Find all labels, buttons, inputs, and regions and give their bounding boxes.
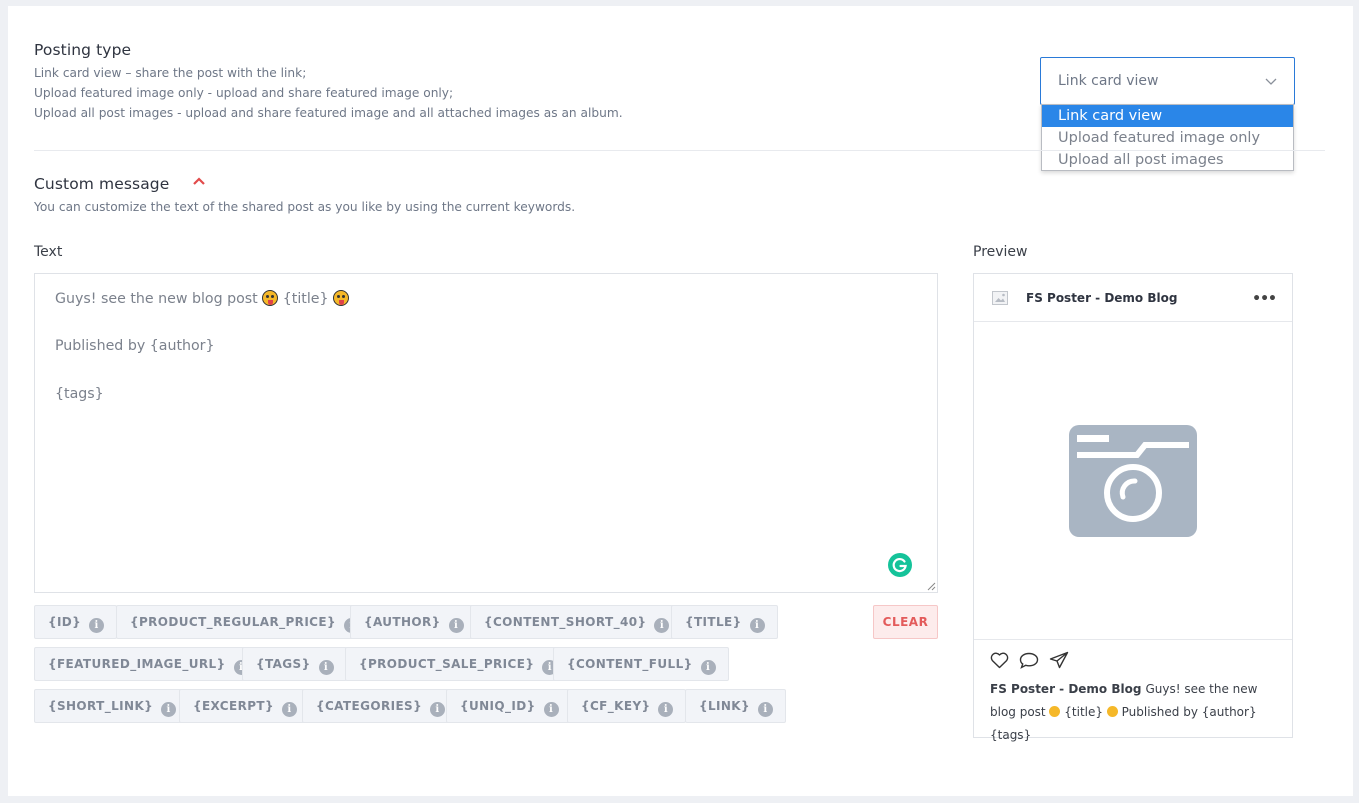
chevron-down-icon xyxy=(1265,78,1277,85)
preview-image xyxy=(974,322,1292,640)
keyword-chip[interactable]: {PRODUCT_REGULAR_PRICE}i xyxy=(116,605,372,639)
caption-text: {title} xyxy=(1060,705,1107,719)
keyword-label: {TAGS} xyxy=(256,657,311,671)
resize-handle-icon[interactable] xyxy=(927,582,936,591)
keyword-chip[interactable]: {CONTENT_FULL} i xyxy=(553,647,729,681)
option-upload-all-images[interactable]: Upload all post images xyxy=(1042,149,1293,171)
info-icon[interactable]: i xyxy=(89,618,105,633)
keyword-chip[interactable]: {FEATURED_IMAGE_URL}i xyxy=(34,647,262,681)
keyword-label: {EXCERPT} xyxy=(193,699,274,713)
tongue-emoji-icon xyxy=(262,290,279,306)
posting-type-dropdown: Link card view Upload featured image onl… xyxy=(1041,104,1294,171)
text-line-3: {tags} xyxy=(55,386,104,402)
keyword-chip[interactable]: {ID} i xyxy=(34,605,118,639)
more-options-icon[interactable]: ••• xyxy=(1252,291,1277,307)
keyword-label: {ID} xyxy=(48,615,82,629)
keyword-chip[interactable]: {SHORT_LINK} i xyxy=(34,689,190,723)
comment-icon[interactable] xyxy=(1019,652,1039,669)
posting-type-title: Posting type xyxy=(34,41,132,59)
section-divider xyxy=(34,150,1325,151)
desc-line-3: Upload all post images - upload and shar… xyxy=(34,106,623,120)
text-line-2: Published by {author} xyxy=(55,338,215,354)
chevron-up-icon[interactable] xyxy=(192,176,206,186)
info-icon[interactable]: i xyxy=(161,702,177,717)
text-label: Text xyxy=(34,244,63,260)
info-icon[interactable]: i xyxy=(543,702,559,717)
keyword-chip[interactable]: {CATEGORIES} i xyxy=(302,689,459,723)
keyword-label: {UNIQ_ID} xyxy=(460,699,536,713)
preview-caption: FS Poster - Demo Blog Guys! see the new b… xyxy=(990,678,1280,747)
share-send-icon[interactable] xyxy=(1049,651,1069,669)
select-value: Link card view xyxy=(1058,73,1159,89)
keyword-label: {CONTENT_FULL} xyxy=(567,657,693,671)
keyword-chip[interactable]: {AUTHOR} i xyxy=(350,605,477,639)
image-placeholder-icon xyxy=(992,291,1008,305)
clear-button[interactable]: CLEAR xyxy=(873,605,938,639)
preview-header: FS Poster - Demo Blog ••• xyxy=(974,274,1292,322)
keyword-chip[interactable]: {TAGS} i xyxy=(242,647,347,681)
tongue-emoji-icon xyxy=(1049,706,1061,717)
info-icon[interactable]: i xyxy=(448,618,464,633)
keyword-chip[interactable]: {TITLE} i xyxy=(671,605,778,639)
keyword-chip[interactable]: {UNIQ_ID} i xyxy=(446,689,572,723)
keyword-label: {CF_KEY} xyxy=(581,699,651,713)
keyword-label: {LINK} xyxy=(699,699,750,713)
caption-account-name: FS Poster - Demo Blog xyxy=(990,682,1142,696)
message-textarea[interactable]: Guys! see the new blog post {title} Publ… xyxy=(34,273,938,593)
info-icon[interactable]: i xyxy=(654,618,670,633)
text-segment: Guys! see the new blog post xyxy=(55,291,263,307)
text-line-1: Guys! see the new blog post {title} xyxy=(55,290,350,307)
text-segment: {title} xyxy=(278,291,334,307)
desc-line-2: Upload featured image only - upload and … xyxy=(34,86,454,100)
preview-label: Preview xyxy=(973,244,1028,260)
grammarly-icon[interactable] xyxy=(888,553,912,577)
keyword-chip[interactable]: {LINK} i xyxy=(685,689,786,723)
option-upload-featured-image[interactable]: Upload featured image only xyxy=(1042,127,1293,149)
tongue-emoji-icon xyxy=(333,290,350,306)
custom-message-title: Custom message xyxy=(34,175,170,193)
post-preview-card: FS Poster - Demo Blog ••• FS Poster - De… xyxy=(973,273,1293,742)
tongue-emoji-icon xyxy=(1106,706,1118,717)
keyword-label: {CATEGORIES} xyxy=(316,699,423,713)
keyword-chip[interactable]: {CF_KEY} i xyxy=(567,689,687,723)
custom-message-description: You can customize the text of the shared… xyxy=(34,200,576,214)
option-link-card-view[interactable]: Link card view xyxy=(1042,105,1293,127)
posting-type-select[interactable]: Link card view xyxy=(1040,57,1295,105)
keyword-label: {SHORT_LINK} xyxy=(48,699,154,713)
info-icon[interactable]: i xyxy=(658,702,674,717)
account-name: FS Poster - Demo Blog xyxy=(1026,291,1178,305)
keyword-label: {CONTENT_SHORT_40} xyxy=(484,615,647,629)
keyword-chip[interactable]: {PRODUCT_SALE_PRICE} i xyxy=(345,647,571,681)
keyword-label: {PRODUCT_REGULAR_PRICE} xyxy=(130,615,336,629)
posting-type-description: Link card view – share the post with the… xyxy=(34,63,623,123)
info-icon[interactable]: i xyxy=(700,660,716,675)
info-icon[interactable]: i xyxy=(749,618,765,633)
info-icon[interactable]: i xyxy=(430,702,446,717)
keyword-chip[interactable]: {CONTENT_SHORT_40} i xyxy=(470,605,683,639)
keyword-label: {FEATURED_IMAGE_URL} xyxy=(48,657,226,671)
info-icon[interactable]: i xyxy=(318,660,334,675)
camera-placeholder-icon xyxy=(1069,425,1197,537)
keyword-label: {AUTHOR} xyxy=(364,615,441,629)
keyword-label: {TITLE} xyxy=(685,615,742,629)
info-icon[interactable]: i xyxy=(757,702,773,717)
heart-icon[interactable] xyxy=(990,652,1009,669)
keyword-label: {PRODUCT_SALE_PRICE} xyxy=(359,657,535,671)
desc-line-1: Link card view – share the post with the… xyxy=(34,66,307,80)
info-icon[interactable]: i xyxy=(281,702,297,717)
keyword-chip[interactable]: {EXCERPT} i xyxy=(179,689,310,723)
